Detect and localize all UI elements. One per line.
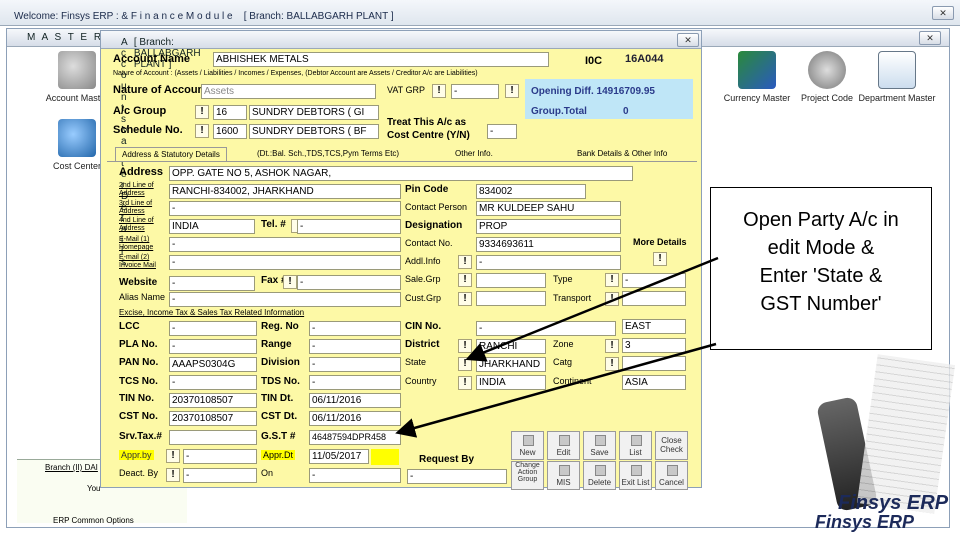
brand-logo-shadow: Finsys ERP <box>815 512 915 532</box>
callout-arrows <box>395 256 719 438</box>
arrow-to-state <box>465 256 719 362</box>
arrow-to-gst <box>395 342 717 438</box>
